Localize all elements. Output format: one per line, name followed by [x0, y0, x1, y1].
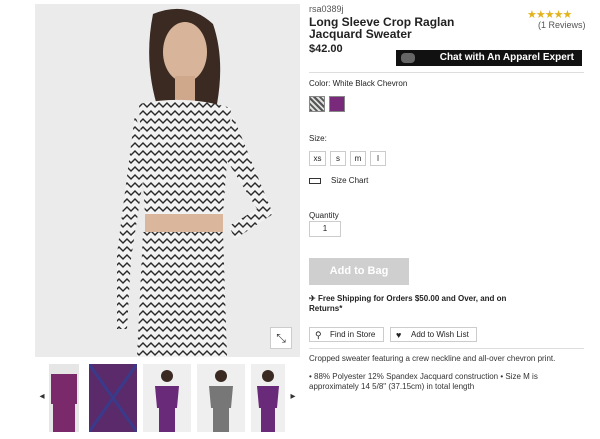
thumbnail-4[interactable]	[197, 364, 245, 432]
swatch-chevron[interactable]	[309, 96, 325, 112]
chat-bubble-icon	[401, 53, 415, 63]
quantity-label: Quantity	[309, 211, 339, 220]
plane-icon: ✈	[309, 294, 316, 303]
heart-icon: ♥	[396, 330, 402, 340]
color-selected: White Black Chevron	[332, 79, 408, 88]
size-m-button[interactable]: m	[350, 151, 366, 166]
size-chart-label: Size Chart	[331, 176, 369, 185]
product-details: • 88% Polyester 12% Spandex Jacquard con…	[309, 372, 538, 391]
divider	[309, 72, 584, 73]
prev-arrow-icon[interactable]: ◂	[37, 391, 47, 402]
size-xs-button[interactable]: xs	[309, 151, 326, 166]
thumbnail-5[interactable]	[251, 364, 285, 432]
model-photo	[35, 4, 300, 357]
map-pin-icon: ⚲	[315, 330, 322, 340]
product-description: Cropped sweater featuring a crew necklin…	[309, 354, 556, 363]
free-shipping-note: ✈ Free Shipping for Orders $50.00 and Ov…	[309, 294, 539, 314]
find-in-store-button[interactable]: ⚲ Find in Store	[309, 327, 384, 342]
product-title: Long Sleeve Crop Raglan Jacquard Sweater	[309, 15, 455, 41]
expand-icon[interactable]: ⤡	[270, 327, 292, 349]
thumbnail-1[interactable]	[49, 364, 79, 432]
color-row: Color: White Black Chevron	[309, 79, 407, 88]
swatch-purple[interactable]	[329, 96, 345, 112]
quantity-input[interactable]: 1	[309, 221, 341, 237]
shipping-text: Free Shipping for Orders $50.00 and Over…	[309, 294, 507, 313]
reviews-link[interactable]: (1 Reviews)	[538, 20, 586, 30]
chat-label: Chat with An Apparel Expert	[439, 52, 574, 63]
add-to-bag-button[interactable]: Add to Bag	[309, 258, 409, 285]
thumbnail-gallery: ◂ ▸	[35, 364, 300, 434]
main-product-image[interactable]: ⤡	[35, 4, 300, 357]
ruler-icon	[309, 177, 321, 184]
add-to-wishlist-button[interactable]: ♥ Add to Wish List	[390, 327, 477, 342]
size-l-button[interactable]: l	[370, 151, 386, 166]
divider	[309, 348, 584, 349]
thumbnail-2[interactable]	[89, 364, 137, 432]
size-s-button[interactable]: s	[330, 151, 346, 166]
size-label: Size:	[309, 134, 327, 143]
wishlist-label: Add to Wish List	[411, 330, 469, 339]
chat-expert-button[interactable]: Chat with An Apparel Expert	[396, 50, 582, 66]
size-chart-link[interactable]: Size Chart	[309, 176, 368, 185]
product-price: $42.00	[309, 43, 343, 55]
thumbnail-3[interactable]	[143, 364, 191, 432]
find-in-store-label: Find in Store	[330, 330, 376, 339]
next-arrow-icon[interactable]: ▸	[288, 391, 298, 402]
color-label: Color:	[309, 79, 331, 88]
